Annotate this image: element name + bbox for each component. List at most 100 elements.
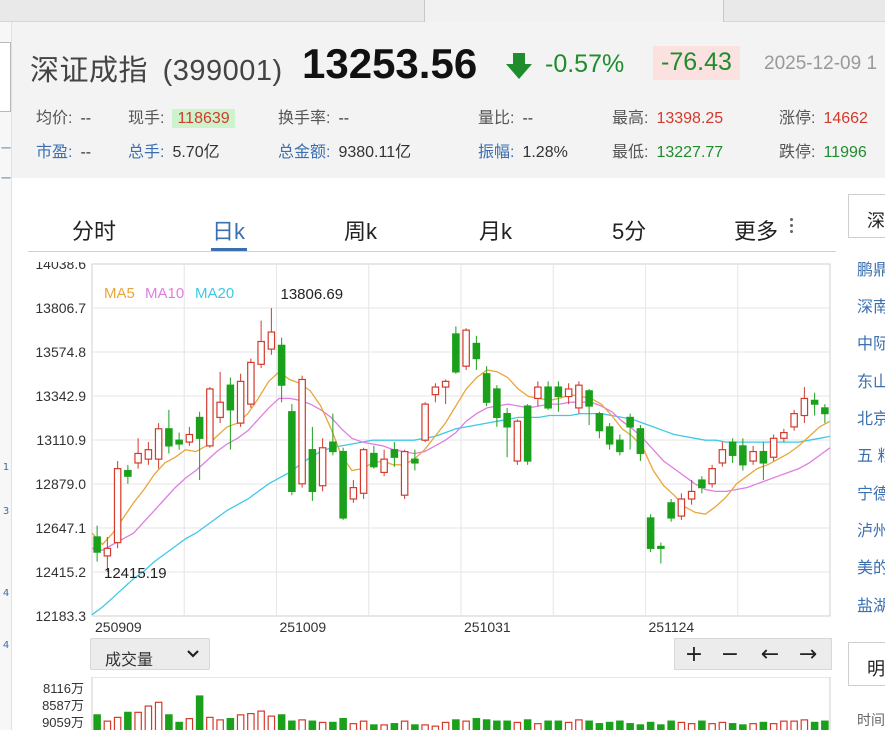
- kline-chart[interactable]: 14038.6 13806.7 13574.8 13342.9 13110.9 12879…: [24, 256, 844, 636]
- volume-bar-up: [134, 711, 142, 730]
- related-stock-link[interactable]: 东山: [857, 368, 885, 392]
- legend-item: MA10: [145, 285, 184, 302]
- tab-weekly-k[interactable]: 周k: [344, 214, 377, 246]
- stat-total-volume[interactable]: 总手: 5.70亿: [128, 138, 220, 162]
- tab-monthly-k[interactable]: 月k: [479, 214, 512, 246]
- candle-down: [616, 439, 624, 453]
- stock-name: 深证成指 (399001): [30, 47, 283, 89]
- related-stock-link[interactable]: 盐湖: [857, 592, 885, 616]
- volume-bar-down: [657, 724, 665, 730]
- tab-more[interactable]: 更多: [734, 214, 778, 246]
- candle-down: [411, 458, 419, 464]
- related-stock-link[interactable]: 北京: [857, 405, 885, 429]
- volume-bar-down: [821, 720, 829, 730]
- candle-down: [452, 333, 460, 373]
- indicator-select[interactable]: 成交量: [90, 638, 210, 670]
- candle-up: [441, 380, 450, 388]
- volume-bar-up: [298, 719, 306, 730]
- stat-amplitude[interactable]: 振幅: 1.28%: [478, 138, 568, 162]
- tab-5min[interactable]: 5分: [612, 214, 646, 246]
- related-stock-link[interactable]: 中际: [857, 330, 885, 354]
- related-stock-link[interactable]: 鹏鼎: [857, 256, 885, 280]
- stock-price: 13253.56: [302, 40, 478, 87]
- more-dots-icon[interactable]: [790, 218, 794, 238]
- stat-avg-price: 均价: --: [36, 104, 91, 128]
- stat-label[interactable]: 振幅:: [478, 144, 514, 161]
- candle-down: [667, 502, 675, 519]
- legend-item: MA20: [195, 285, 234, 302]
- volume-bar-up: [687, 723, 696, 730]
- active-tab-underline: [211, 248, 247, 251]
- related-stock-link[interactable]: 宁德: [857, 480, 885, 504]
- kline-svg[interactable]: 14038.6 13806.7 13574.8 13342.9 13110.9 12879…: [24, 256, 844, 636]
- left-nav-glyph: 一: [1, 144, 11, 155]
- stat-label[interactable]: 市盈:: [36, 144, 72, 161]
- candle-down: [544, 386, 552, 409]
- volume-bar-down: [93, 714, 101, 730]
- stat-label: 最高:: [612, 110, 649, 127]
- volume-bar-up: [236, 714, 245, 730]
- left-nav-box[interactable]: [0, 42, 11, 112]
- stat-value: 1.28%: [522, 144, 568, 161]
- pan-left-button[interactable]: ←: [755, 643, 785, 667]
- volume-bar-down: [503, 720, 511, 730]
- candle-up: [534, 386, 542, 400]
- volume-bar-down: [390, 723, 399, 730]
- right-panel-header[interactable]: 深: [848, 194, 885, 238]
- candle-up: [267, 331, 276, 350]
- x-tick-label: 251009: [280, 619, 327, 635]
- volume-bar-up: [267, 715, 276, 730]
- right-panel-header-2[interactable]: 明: [848, 642, 885, 686]
- volume-bar-up: [318, 721, 327, 730]
- related-stock-link[interactable]: 五 粮: [857, 442, 885, 466]
- right-panel-sub: 时间: [857, 712, 885, 728]
- volume-bar-down: [728, 723, 737, 730]
- volume-bar-down: [585, 720, 593, 730]
- volume-bar-down: [175, 721, 183, 730]
- candle-up: [144, 449, 153, 460]
- left-nav-glyph: 1: [2, 462, 10, 473]
- candle-up: [400, 450, 409, 496]
- candle-down: [810, 399, 819, 405]
- y-tick-label: 13806.7: [35, 300, 86, 316]
- related-stock-link[interactable]: 美的: [857, 554, 885, 578]
- candle-up: [687, 490, 696, 500]
- candle-up: [216, 401, 224, 419]
- volume-bar-up: [513, 721, 522, 730]
- browser-tab[interactable]: [424, 0, 724, 22]
- volume-bar-up: [144, 705, 153, 730]
- y-tick-label: 12183.3: [35, 608, 86, 624]
- stat-total-amount[interactable]: 总金额: 9380.11亿: [278, 138, 411, 162]
- volume-bar-up: [462, 720, 470, 730]
- zoom-out-button[interactable]: −: [715, 643, 745, 667]
- stat-value: --: [80, 110, 92, 127]
- stat-pe[interactable]: 市盈: --: [36, 138, 91, 162]
- volume-bar-down: [472, 718, 481, 730]
- volume-bar-up: [718, 721, 727, 730]
- right-panel-title: 深: [867, 211, 885, 231]
- volume-tick-label: 8587万: [42, 698, 84, 713]
- related-stock-link[interactable]: 泸州: [857, 517, 885, 541]
- candle-up: [318, 447, 327, 487]
- tab-daily-k[interactable]: 日k: [212, 214, 245, 246]
- stat-label[interactable]: 总手:: [128, 144, 164, 161]
- volume-bar-down: [288, 720, 296, 730]
- volume-svg[interactable]: 8116万 8587万 9059万: [24, 676, 844, 730]
- volume-bar-up: [185, 718, 194, 730]
- volume-bar-up: [534, 723, 542, 730]
- stat-turnover-rate: 换手率: --: [278, 104, 349, 128]
- volume-bar-down: [339, 718, 347, 730]
- zoom-in-button[interactable]: +: [679, 643, 709, 667]
- volume-bar-down: [544, 720, 552, 730]
- pan-right-button[interactable]: →: [793, 643, 823, 667]
- stat-label[interactable]: 总金额:: [278, 144, 330, 161]
- candle-up: [257, 340, 265, 365]
- volume-bar-down: [759, 721, 768, 730]
- candle-up: [421, 403, 429, 441]
- change-amount: -76.43: [653, 46, 740, 80]
- candle-up: [575, 384, 583, 409]
- related-stock-link[interactable]: 深南: [857, 293, 885, 317]
- stat-label: 换手率:: [278, 110, 331, 127]
- volume-chart[interactable]: 8116万 8587万 9059万: [24, 676, 844, 730]
- tab-intraday[interactable]: 分时: [72, 214, 116, 246]
